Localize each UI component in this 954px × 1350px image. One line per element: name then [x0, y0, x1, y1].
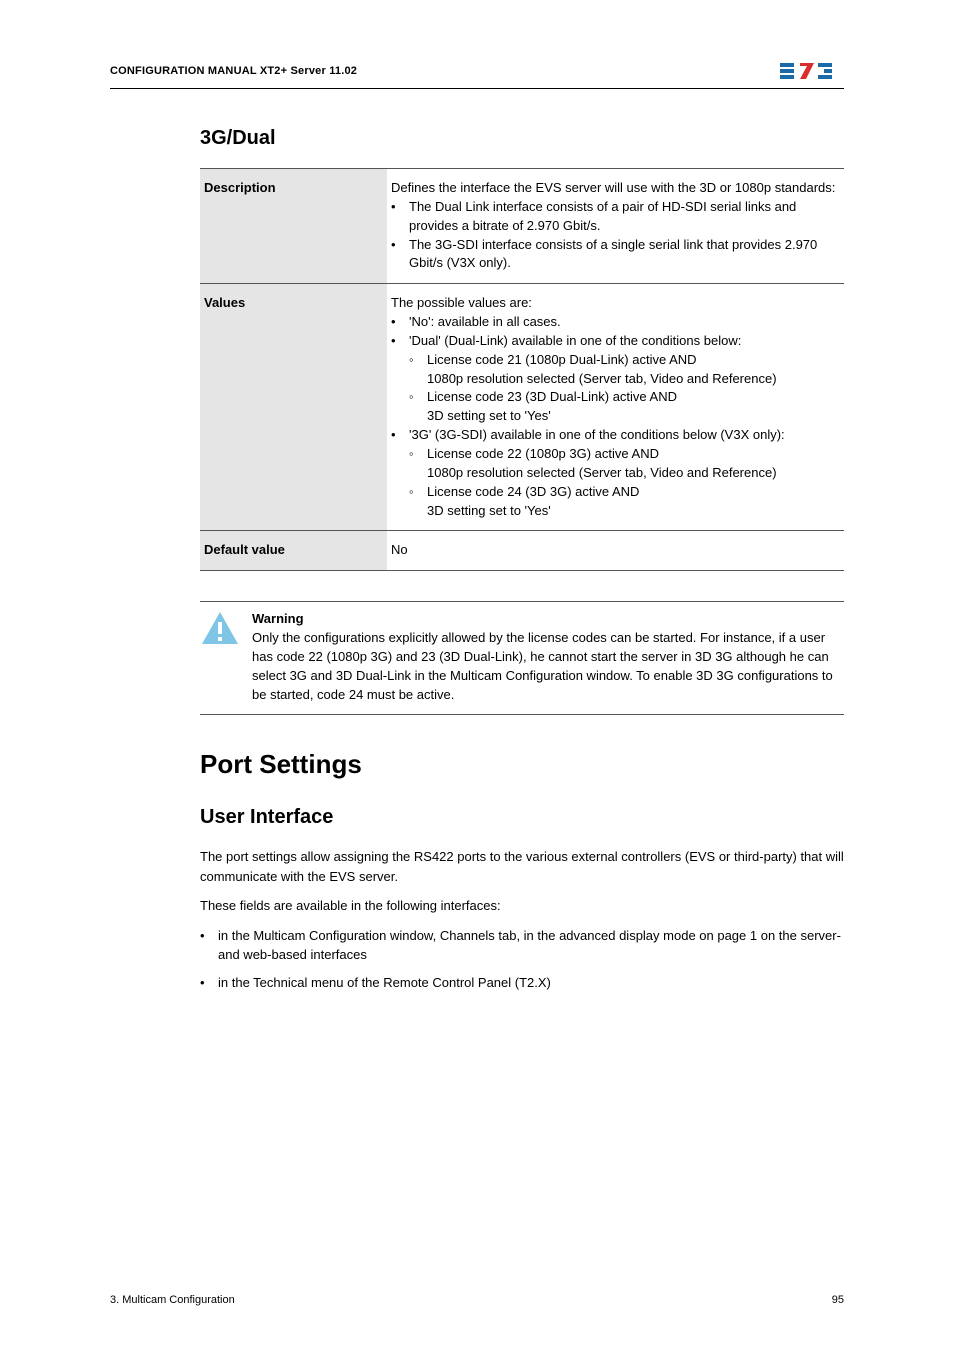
- description-intro: Defines the interface the EVS server wil…: [391, 179, 836, 198]
- values-item-text: '3G' (3G-SDI) available in one of the co…: [409, 427, 785, 442]
- paragraph: These fields are available in the follow…: [200, 896, 844, 916]
- values-item-text: 'Dual' (Dual-Link) available in one of t…: [409, 333, 741, 348]
- subsection-heading-user-interface: User Interface: [200, 806, 844, 829]
- row-label: Values: [200, 284, 387, 531]
- warning-icon: [200, 610, 240, 652]
- row-content: No: [387, 531, 844, 571]
- footer-left: 3. Multicam Configuration: [110, 1294, 235, 1306]
- values-subitem: License code 21 (1080p Dual-Link) active…: [409, 351, 836, 389]
- table-row: Description Defines the interface the EV…: [200, 169, 844, 284]
- values-item: 'No': available in all cases.: [391, 313, 836, 332]
- row-label: Default value: [200, 531, 387, 571]
- warning-body: Only the configurations explicitly allow…: [252, 630, 833, 702]
- values-subitem: License code 23 (3D Dual-Link) active AN…: [409, 388, 836, 426]
- parameter-table: Description Defines the interface the EV…: [200, 168, 844, 571]
- values-subitem: License code 24 (3D 3G) active AND 3D se…: [409, 483, 836, 521]
- page-footer: 3. Multicam Configuration 95: [110, 1294, 844, 1306]
- table-row: Values The possible values are: 'No': av…: [200, 284, 844, 531]
- section-heading-3g-dual: 3G/Dual: [200, 127, 844, 150]
- values-item: 'Dual' (Dual-Link) available in one of t…: [391, 332, 836, 426]
- paragraph: The port settings allow assigning the RS…: [200, 847, 844, 886]
- table-row: Default value No: [200, 531, 844, 571]
- section-heading-port-settings: Port Settings: [200, 749, 844, 780]
- page-header: CONFIGURATION MANUAL XT2+ Server 11.02: [110, 60, 844, 89]
- header-title: CONFIGURATION MANUAL XT2+ Server 11.02: [110, 65, 357, 77]
- values-intro: The possible values are:: [391, 294, 836, 313]
- warning-callout: Warning Only the configurations explicit…: [200, 601, 844, 715]
- row-content: Defines the interface the EVS server wil…: [387, 169, 844, 284]
- warning-title: Warning: [252, 611, 304, 626]
- footer-page-number: 95: [832, 1294, 844, 1306]
- description-item: The Dual Link interface consists of a pa…: [391, 198, 836, 236]
- evs-logo-icon: [780, 60, 844, 82]
- list-item: in the Technical menu of the Remote Cont…: [200, 973, 844, 993]
- values-item: '3G' (3G-SDI) available in one of the co…: [391, 426, 836, 520]
- list-item: in the Multicam Configuration window, Ch…: [200, 926, 844, 965]
- row-content: The possible values are: 'No': available…: [387, 284, 844, 531]
- description-item: The 3G-SDI interface consists of a singl…: [391, 236, 836, 274]
- values-subitem: License code 22 (1080p 3G) active AND 10…: [409, 445, 836, 483]
- row-label: Description: [200, 169, 387, 284]
